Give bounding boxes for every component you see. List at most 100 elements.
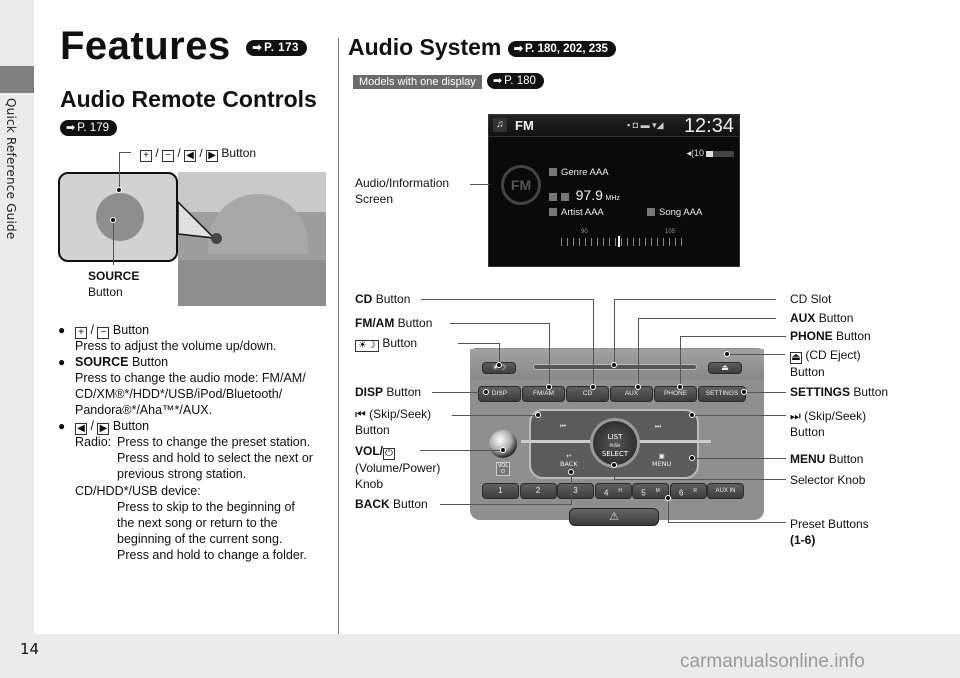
speaker-icon: ◂( bbox=[686, 148, 694, 158]
bullet-volume-desc: Press to adjust the volume up/down. bbox=[75, 339, 277, 353]
skip-forward-icon: ⏭ bbox=[790, 409, 801, 423]
preset-button-aux-in[interactable]: AUX IN bbox=[707, 483, 744, 499]
skip-forward-callout: ⏭ (Skip/Seek) Button bbox=[790, 409, 867, 439]
unit-button-cd[interactable]: CD bbox=[566, 386, 609, 402]
hazard-button[interactable]: ⚠ bbox=[569, 508, 659, 526]
model-ref-link[interactable]: ➡ P. 180 bbox=[486, 72, 544, 89]
phone-button-callout: PHONE Button bbox=[790, 329, 871, 343]
preset-button-3[interactable]: 3 bbox=[557, 483, 594, 499]
bullet-icon: ● bbox=[58, 323, 66, 337]
fm-logo-icon: FM bbox=[501, 165, 541, 205]
source-button-label: SOURCE Button bbox=[88, 269, 140, 299]
unit-button-aux[interactable]: AUX bbox=[610, 386, 653, 402]
arrow-right-icon: ➡ bbox=[252, 42, 263, 55]
selector-knob[interactable]: LIST PUSH SELECT bbox=[590, 418, 640, 468]
leader-dot bbox=[116, 187, 122, 193]
bullet-source-desc: CD/XM®*/HDD*/USB/iPod/Bluetooth/ bbox=[75, 387, 283, 401]
frequency-unit: MHz bbox=[605, 195, 620, 202]
menu-button[interactable]: ▣ MENU bbox=[652, 452, 671, 468]
device-desc: Press and hold to change a folder. bbox=[117, 548, 307, 562]
model-row: Models with one display ➡ P. 180 bbox=[353, 70, 544, 89]
settings-button-callout: SETTINGS Button bbox=[790, 385, 889, 399]
screen-clock: 12:34 bbox=[683, 115, 734, 137]
radio-desc: previous strong station. bbox=[117, 467, 247, 481]
model-ref-text: P. 180 bbox=[504, 74, 536, 87]
device-desc: Press to skip to the beginning of bbox=[117, 500, 295, 514]
volume-indicator: ◂(10 bbox=[686, 148, 734, 159]
skip-back-button[interactable]: ⏮ bbox=[560, 422, 566, 431]
day-night-button-callout: ☀☽ Button bbox=[355, 335, 417, 352]
tuning-cursor bbox=[618, 236, 620, 247]
back-button-callout: BACK Button bbox=[355, 497, 428, 511]
bullet-volume-title: + / − Button bbox=[75, 322, 149, 339]
page-ref-link[interactable]: ➡ P. 173 bbox=[246, 40, 307, 57]
remote-ref-text: P. 179 bbox=[77, 121, 109, 134]
preset-mark: H bbox=[618, 488, 623, 494]
preset-button-1[interactable]: 1 bbox=[482, 483, 519, 499]
model-tag: Models with one display bbox=[353, 75, 482, 89]
channel-icon bbox=[561, 193, 569, 201]
volume-power-knob[interactable] bbox=[489, 430, 517, 458]
unit-button-phone[interactable]: PHONE bbox=[654, 386, 697, 402]
status-icons: ▪ ◘ ▬ ▾◢ bbox=[627, 120, 664, 130]
preset-icon bbox=[549, 193, 557, 201]
aux-button-callout: AUX Button bbox=[790, 311, 854, 325]
preset-button-2[interactable]: 2 bbox=[519, 483, 557, 499]
radio-label: Radio: bbox=[75, 435, 112, 449]
preset-mark: R bbox=[693, 488, 698, 494]
volume-bar bbox=[706, 150, 734, 157]
skip-back-callout: ⏮ (Skip/Seek) Button bbox=[355, 407, 432, 437]
scale-low: 90 bbox=[581, 229, 588, 235]
preset-button-5[interactable]: 5M bbox=[632, 483, 669, 499]
steering-remote-button bbox=[211, 233, 222, 244]
section-tab-marker bbox=[0, 66, 34, 93]
bullet-icon: ● bbox=[58, 419, 66, 433]
selector-knob-callout: Selector Knob bbox=[790, 473, 866, 487]
power-icon: ⏻ bbox=[383, 448, 396, 460]
audio-ref-link[interactable]: ➡ P. 180, 202, 235 bbox=[507, 40, 616, 57]
music-note-icon: ♫ bbox=[493, 118, 507, 132]
left-arrow-key-icon: ◀ bbox=[184, 150, 197, 162]
leader-dot bbox=[110, 217, 116, 223]
device-label: CD/HDD*/USB device: bbox=[75, 484, 201, 498]
radio-desc: Press and hold to select the next or bbox=[117, 451, 313, 465]
screen-mode: FM bbox=[515, 118, 534, 133]
back-button[interactable]: ↩ BACK bbox=[560, 452, 578, 468]
artist-icon bbox=[549, 208, 557, 216]
cd-eject-button[interactable]: ⏏ bbox=[708, 362, 742, 374]
genre-icon bbox=[549, 168, 557, 176]
vol-knob-callout: VOL/⏻ (Volume/Power) Knob bbox=[355, 444, 441, 491]
song-line: Song AAA bbox=[647, 207, 702, 218]
scale-high: 105 bbox=[665, 229, 676, 235]
page-number: 14 bbox=[20, 640, 40, 658]
day-night-icon: ☀☽ bbox=[355, 340, 379, 352]
fmam-button-callout: FM/AM Button bbox=[355, 316, 433, 330]
column-divider bbox=[338, 38, 339, 634]
remote-ref-link[interactable]: ➡ P. 179 bbox=[60, 117, 117, 136]
right-arrow-key-icon: ▶ bbox=[206, 150, 219, 162]
radio-desc: Press to change the preset station. bbox=[117, 435, 311, 449]
volume-level: 10 bbox=[693, 148, 704, 158]
genre-line: Genre AAA bbox=[549, 167, 609, 178]
section-title-audio: Audio System ➡ P. 180, 202, 235 bbox=[348, 34, 616, 61]
eject-button-callout: ⏏ (CD Eject) Button bbox=[790, 348, 861, 379]
song-icon bbox=[647, 208, 655, 216]
remote-control-pad bbox=[96, 193, 144, 241]
arrow-right-icon: ➡ bbox=[513, 42, 523, 55]
page-title-text: Features bbox=[60, 24, 231, 68]
skip-forward-button[interactable]: ⏭ bbox=[655, 422, 661, 431]
watermark: carmanualsonline.info bbox=[680, 651, 865, 672]
tuning-scale bbox=[561, 238, 687, 246]
unit-button-fmam[interactable]: FM/AM bbox=[522, 386, 565, 402]
plus-key-icon: + bbox=[140, 150, 152, 162]
unit-button-settings[interactable]: SETTINGS bbox=[698, 386, 746, 402]
minus-key-icon: − bbox=[162, 150, 175, 162]
preset-button-4[interactable]: 4H bbox=[594, 483, 632, 499]
menu-icon: ▣ bbox=[658, 452, 665, 460]
disp-button-callout: DISP Button bbox=[355, 385, 422, 399]
screen-status-bar: ♫ FM ▪ ◘ ▬ ▾◢ 12:34 bbox=[489, 115, 739, 137]
power-icon: ⏻ bbox=[501, 469, 505, 475]
preset-button-6[interactable]: 6R bbox=[669, 483, 707, 499]
cd-button-callout: CD Button bbox=[355, 292, 411, 306]
preset-mark: M bbox=[655, 488, 660, 494]
